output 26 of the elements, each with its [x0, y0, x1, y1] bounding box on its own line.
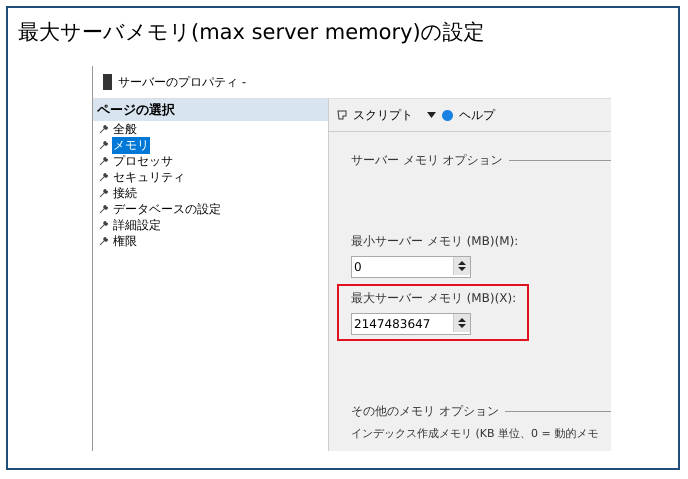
help-icon[interactable] [442, 110, 453, 120]
sidebar-item[interactable]: 権限 [112, 232, 138, 250]
number-spinner[interactable]: 0 [351, 256, 471, 278]
server-icon [103, 74, 112, 90]
sidebar-item[interactable]: 接続 [112, 184, 138, 202]
script-icon[interactable] [337, 110, 347, 120]
spin-arrows-icon[interactable] [453, 314, 470, 332]
window-title: サーバーのプロパティ - [118, 74, 246, 90]
page-heading: 最大サーバメモリ(max server memory)の設定 [17, 19, 486, 46]
sidebar-item[interactable]: セキュリティ [112, 168, 186, 186]
sidebar-item[interactable]: データベースの設定 [112, 200, 222, 218]
sidebar-item[interactable]: プロセッサ [112, 152, 174, 170]
sidebar-title: ページの選択 [93, 99, 328, 121]
field-label: 最小サーバー メモリ (MB)(M): [351, 233, 520, 250]
script-button[interactable]: スクリプト [353, 106, 413, 124]
help-button[interactable]: ヘルプ [459, 106, 495, 124]
sidebar-item[interactable]: 全般 [112, 120, 138, 138]
caret-icon[interactable] [427, 112, 436, 118]
sidebar-item[interactable]: 詳細設定 [112, 216, 162, 234]
number-spinner[interactable]: 2147483647 [351, 313, 471, 335]
spin-arrows-icon[interactable] [453, 257, 470, 275]
group-title: サーバー メモリ オプション [351, 152, 503, 169]
group-title: その他のメモリ オプション [351, 403, 499, 420]
sidebar-item[interactable]: メモリ [112, 136, 150, 154]
option-text: インデックス作成メモリ (KB 単位、0 = 動的メモ [350, 426, 600, 441]
field-label: 最大サーバー メモリ (MB)(X): [351, 290, 518, 307]
